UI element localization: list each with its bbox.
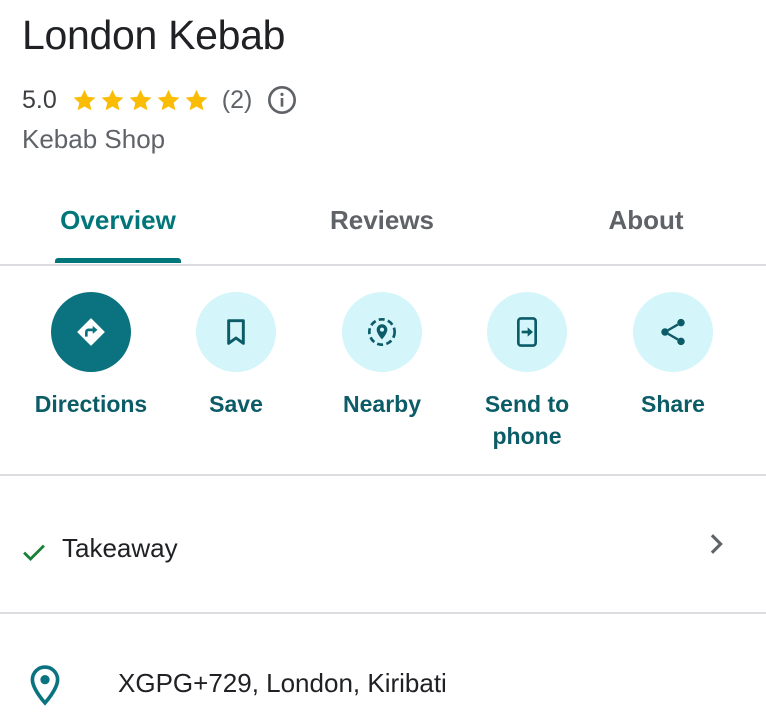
place-category[interactable]: Kebab Shop [22,124,165,155]
active-tab-indicator [55,258,181,263]
chevron-right-icon[interactable] [702,530,730,558]
share-icon [661,318,685,346]
send-to-phone-label: Send to phone [484,391,570,449]
rating-stars [71,87,210,114]
share-circle [633,292,713,372]
share-label: Share [641,391,705,417]
review-count[interactable]: (2) [222,86,253,115]
tab-overview[interactable]: Overview [30,185,206,263]
action-bar: Directions Save Nearby Send to phone Sha… [0,292,766,462]
tab-about[interactable]: About [566,185,726,263]
takeaway-label: Takeaway [62,533,178,563]
tab-reviews[interactable]: Reviews [292,185,472,263]
rating-row: 5.0 (2) [22,84,298,116]
nearby-label: Nearby [343,391,421,417]
send-to-phone-icon [517,317,537,347]
tab-bar: Overview Reviews About [0,185,766,265]
directions-circle [51,292,131,372]
check-icon [23,544,45,561]
rating-score: 5.0 [22,85,57,114]
info-icon[interactable] [266,84,298,116]
directions-button[interactable]: Directions [18,292,164,420]
send-to-phone-circle [487,292,567,372]
location-pin-icon [30,665,60,706]
send-to-phone-button[interactable]: Send to phone [454,292,600,452]
tab-divider [0,264,766,266]
star-icon [73,89,96,110]
save-label: Save [209,391,263,417]
directions-label: Directions [34,391,148,417]
star-icon [185,89,208,110]
place-title: London Kebab [22,12,286,58]
address-text: XGPG+729, London, Kiribati [118,668,447,698]
nearby-circle [342,292,422,372]
nearby-button[interactable]: Nearby [309,292,455,420]
bookmark-icon [227,319,245,345]
share-button[interactable]: Share [600,292,746,420]
star-icon [101,89,124,110]
save-circle [196,292,276,372]
star-icon [129,89,152,110]
star-icon [157,89,180,110]
save-button[interactable]: Save [163,292,309,420]
directions-icon [77,318,105,346]
nearby-icon [368,318,396,346]
